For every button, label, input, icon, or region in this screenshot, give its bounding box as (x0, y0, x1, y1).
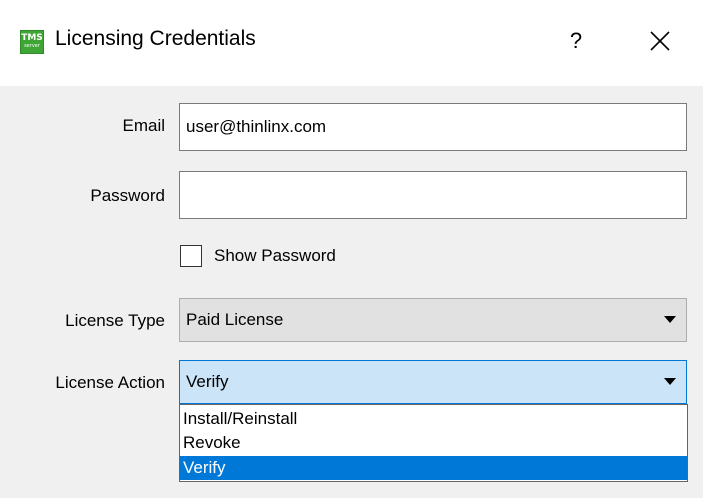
app-icon-subtext: server (24, 43, 40, 49)
password-label: Password (90, 186, 165, 205)
license-type-label: License Type (65, 311, 165, 330)
title-bar: TMS server Licensing Credentials ? (0, 0, 703, 86)
license-action-dropdown-list: Install/Reinstall Revoke Verify (179, 404, 688, 482)
show-password-checkbox[interactable] (180, 245, 202, 267)
email-label: Email (122, 116, 165, 135)
license-action-label: License Action (55, 373, 165, 392)
dropdown-option-verify[interactable]: Verify (180, 456, 687, 480)
close-icon (650, 31, 670, 51)
app-icon: TMS server (20, 30, 44, 54)
help-button[interactable]: ? (556, 18, 596, 64)
license-action-value: Verify (186, 372, 229, 391)
chevron-down-icon (664, 316, 676, 323)
dropdown-option-install-reinstall[interactable]: Install/Reinstall (180, 407, 687, 431)
licensing-credentials-dialog: TMS server Licensing Credentials ? Email… (0, 0, 703, 498)
password-field[interactable] (179, 171, 687, 219)
app-icon-text: TMS (21, 33, 43, 43)
email-field[interactable]: user@thinlinx.com (179, 103, 687, 151)
close-button[interactable] (634, 18, 686, 64)
window-title: Licensing Credentials (55, 27, 256, 50)
license-action-select[interactable]: Verify (179, 360, 687, 404)
license-type-value: Paid License (186, 310, 284, 329)
show-password-label[interactable]: Show Password (214, 246, 336, 266)
license-type-select[interactable]: Paid License (179, 298, 687, 342)
dropdown-option-revoke[interactable]: Revoke (180, 431, 687, 455)
chevron-down-icon (664, 378, 676, 385)
